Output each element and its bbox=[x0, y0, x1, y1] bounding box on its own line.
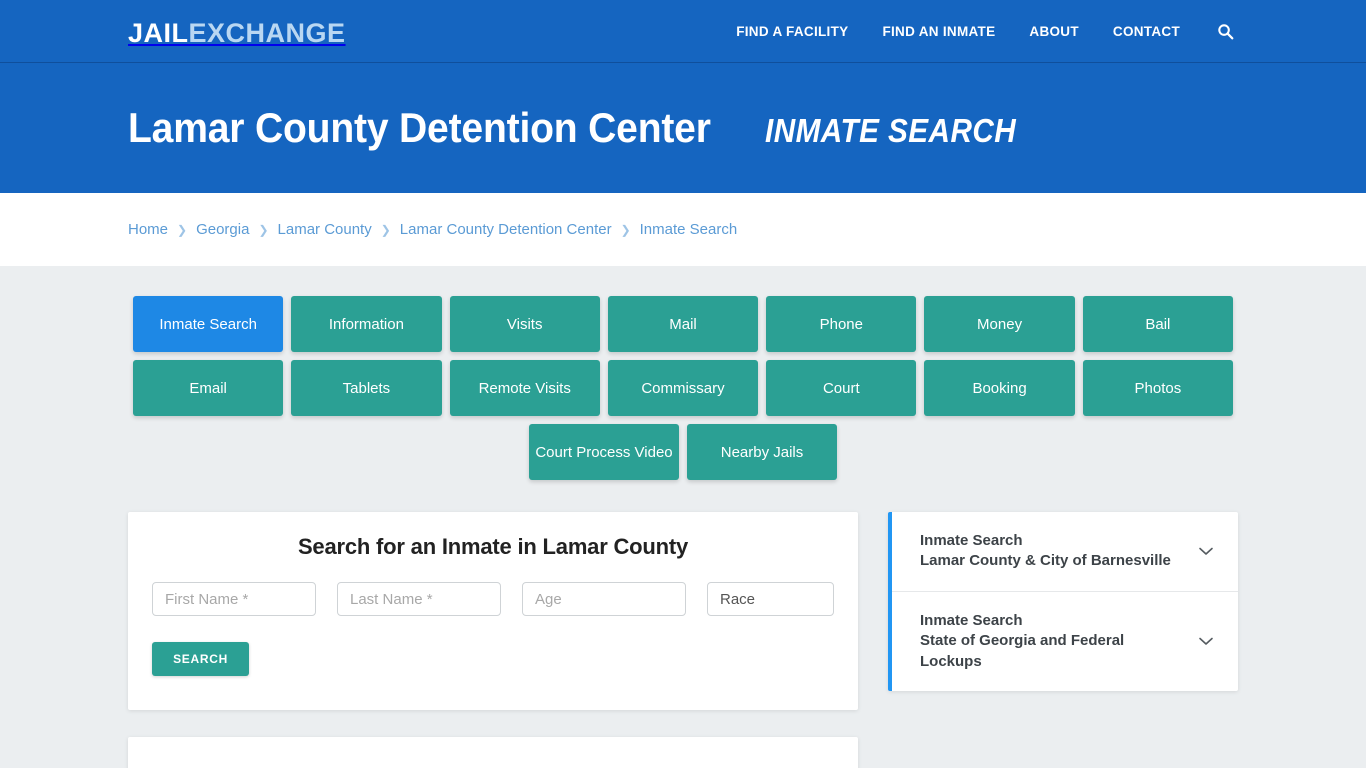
inmate-search-accordion: Inmate Search Lamar County & City of Bar… bbox=[888, 512, 1238, 691]
search-form-row: Race bbox=[152, 582, 834, 616]
inmate-search-card: Search for an Inmate in Lamar County Rac… bbox=[128, 512, 858, 710]
nav-item-find-a-facility[interactable]: FIND A FACILITY bbox=[719, 24, 865, 39]
tab-email[interactable]: Email bbox=[133, 360, 284, 416]
logo-text-exchange: EXCHANGE bbox=[188, 18, 346, 48]
accordion-item-subtitle: State of Georgia and Federal Lockups bbox=[920, 632, 1125, 670]
tab-tablets[interactable]: Tablets bbox=[291, 360, 442, 416]
nav-item-contact[interactable]: CONTACT bbox=[1096, 24, 1197, 39]
accordion-item-subtitle: Lamar County & City of Barnesville bbox=[920, 552, 1171, 570]
tab-booking[interactable]: Booking bbox=[924, 360, 1075, 416]
tab-court-process-video[interactable]: Court Process Video bbox=[529, 424, 679, 480]
tab-money[interactable]: Money bbox=[924, 296, 1075, 352]
tab-court[interactable]: Court bbox=[766, 360, 917, 416]
breadcrumb-separator-icon: ❯ bbox=[258, 222, 269, 237]
search-icon[interactable] bbox=[1197, 23, 1238, 40]
breadcrumb-separator-icon: ❯ bbox=[177, 222, 188, 237]
breadcrumb: Home ❯ Georgia ❯ Lamar County ❯ Lamar Co… bbox=[0, 221, 737, 238]
accordion-item-label: Inmate Search Lamar County & City of Bar… bbox=[920, 531, 1171, 572]
logo-text-jail: JAIL bbox=[128, 18, 189, 48]
breadcrumb-item-lamar-county-detention-center[interactable]: Lamar County Detention Center bbox=[400, 221, 612, 238]
main-nav-links: FIND A FACILITY FIND AN INMATE ABOUT CON… bbox=[719, 0, 1238, 63]
site-logo[interactable]: JAILEXCHANGE bbox=[128, 18, 346, 49]
race-select[interactable]: Race bbox=[707, 582, 834, 616]
nav-item-about[interactable]: ABOUT bbox=[1012, 24, 1096, 39]
facility-tabs-row-1: Inmate Search Information Visits Mail Ph… bbox=[133, 296, 1233, 352]
search-submit-button[interactable]: SEARCH bbox=[152, 642, 249, 676]
tab-inmate-search[interactable]: Inmate Search bbox=[133, 296, 284, 352]
page-subtitle: INMATE SEARCH bbox=[764, 112, 1016, 149]
accordion-item-title: Inmate Search bbox=[920, 532, 1023, 549]
chevron-down-icon[interactable] bbox=[1196, 541, 1216, 561]
nav-item-find-an-inmate[interactable]: FIND AN INMATE bbox=[865, 24, 1012, 39]
breadcrumb-item-inmate-search[interactable]: Inmate Search bbox=[640, 221, 738, 238]
tab-information[interactable]: Information bbox=[291, 296, 442, 352]
tab-photos[interactable]: Photos bbox=[1082, 360, 1233, 416]
facility-tabs-row-3: Court Process Video Nearby Jails bbox=[133, 424, 1233, 480]
accordion-item-state-georgia[interactable]: Inmate Search State of Georgia and Feder… bbox=[892, 592, 1238, 691]
left-column: Search for an Inmate in Lamar County Rac… bbox=[128, 512, 858, 768]
last-name-input[interactable] bbox=[337, 582, 501, 616]
right-sidebar: Inmate Search Lamar County & City of Bar… bbox=[888, 512, 1238, 768]
breadcrumb-item-home[interactable]: Home bbox=[128, 221, 168, 238]
tab-commissary[interactable]: Commissary bbox=[607, 360, 759, 416]
tab-mail[interactable]: Mail bbox=[607, 296, 759, 352]
breadcrumb-item-lamar-county[interactable]: Lamar County bbox=[278, 221, 372, 238]
accordion-item-lamar-county[interactable]: Inmate Search Lamar County & City of Bar… bbox=[892, 512, 1238, 592]
breadcrumb-item-georgia[interactable]: Georgia bbox=[196, 221, 249, 238]
tab-visits[interactable]: Visits bbox=[449, 296, 600, 352]
breadcrumb-separator-icon: ❯ bbox=[620, 222, 631, 237]
facility-tabs-row-2: Email Tablets Remote Visits Commissary C… bbox=[133, 360, 1233, 416]
search-heading: Search for an Inmate in Lamar County bbox=[297, 534, 689, 559]
accordion-item-label: Inmate Search State of Georgia and Feder… bbox=[920, 611, 1186, 672]
hero-banner: Lamar County Detention Center INMATE SEA… bbox=[0, 63, 1366, 193]
tab-bail[interactable]: Bail bbox=[1082, 296, 1233, 352]
age-input[interactable] bbox=[522, 582, 686, 616]
tab-nearby-jails[interactable]: Nearby Jails bbox=[687, 424, 837, 480]
chevron-down-icon[interactable] bbox=[1196, 631, 1216, 651]
main-content: Inmate Search Information Visits Mail Ph… bbox=[0, 266, 1366, 768]
page-title: Lamar County Detention Center bbox=[128, 104, 711, 151]
tab-phone[interactable]: Phone bbox=[766, 296, 917, 352]
tab-remote-visits[interactable]: Remote Visits bbox=[449, 360, 600, 416]
breadcrumb-separator-icon: ❯ bbox=[380, 222, 391, 237]
top-navigation-bar: JAILEXCHANGE FIND A FACILITY FIND AN INM… bbox=[0, 0, 1366, 63]
accordion-item-title: Inmate Search bbox=[920, 611, 1023, 629]
breadcrumb-band: Home ❯ Georgia ❯ Lamar County ❯ Lamar Co… bbox=[0, 193, 1366, 266]
first-name-input[interactable] bbox=[152, 582, 316, 616]
secondary-results-card bbox=[128, 737, 858, 768]
